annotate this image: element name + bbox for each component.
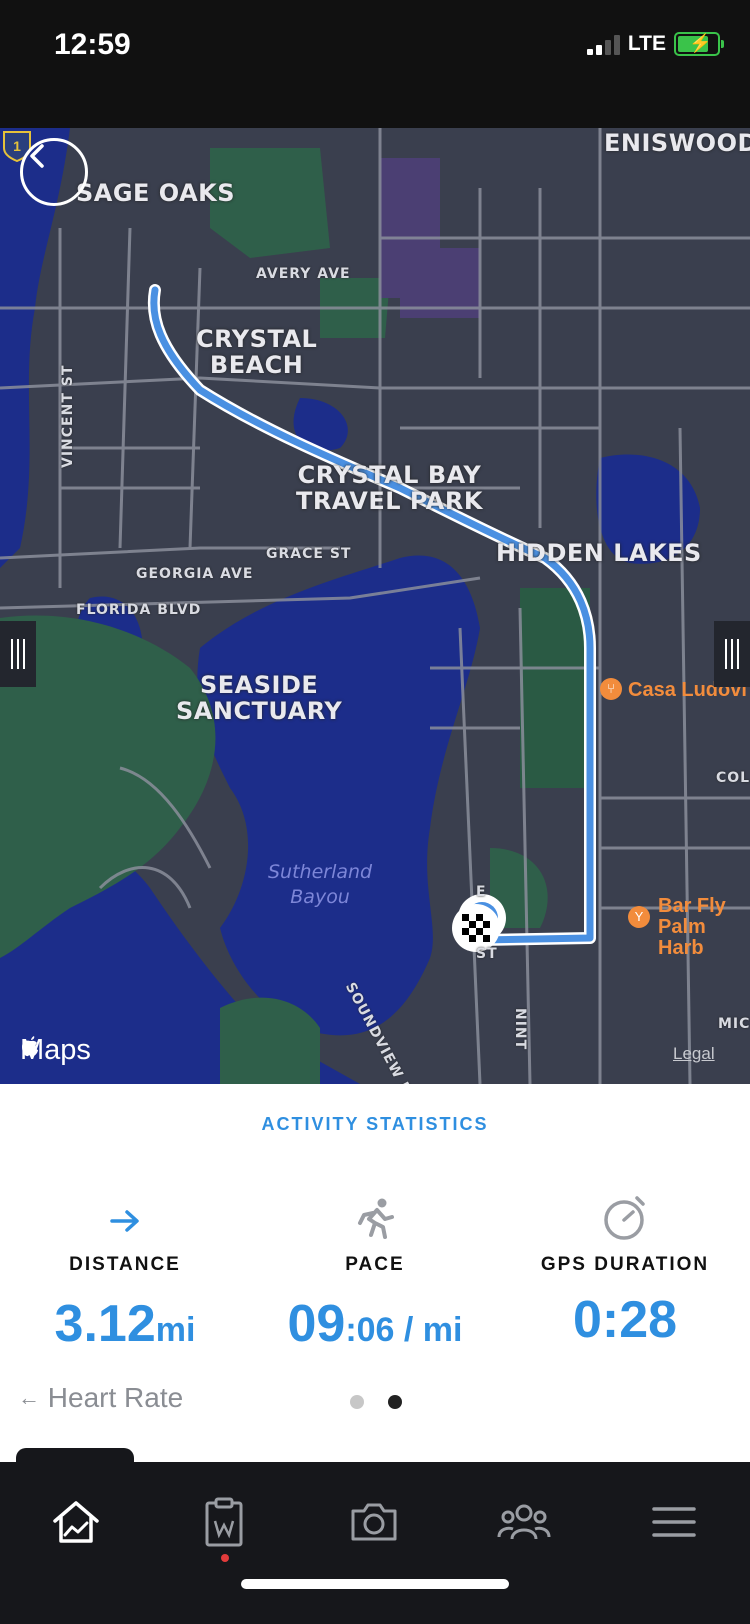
tab-menu[interactable] [634,1490,714,1554]
street-label: VINCENT ST [60,364,76,468]
tab-home[interactable] [36,1490,116,1554]
street-label: MIC [718,1016,750,1032]
street-label: GRACE ST [266,546,352,562]
park-lakes [520,588,590,788]
maps-attribution: Maps [20,1034,91,1067]
finish-flag-icon [462,914,490,942]
restaurant-icon[interactable]: ⑂ [600,678,622,700]
bar-icon[interactable]: Y [628,906,650,928]
status-bar: 12:59 LTE ⚡ [0,0,750,128]
street-label: E [476,884,487,900]
pace-stat: PACE 09:06 / mi [250,1196,500,1354]
distance-label: DISTANCE [69,1254,181,1275]
street-label: ST [476,946,498,962]
street-label: AVERY AVE [256,266,351,282]
page-dot-active[interactable] [388,1395,402,1409]
street-label: FLORIDA BLVD [76,602,202,618]
highway-shield-label: 1 [13,138,21,154]
distance-stat: DISTANCE 3.12mi [0,1196,250,1354]
tab-plan[interactable] [184,1490,264,1554]
tab-bar [0,1448,750,1624]
neighborhood-label: CRYSTAL BAY TRAVEL PARK [296,461,483,515]
notification-dot [221,1554,229,1562]
neighborhood-label: CRYSTAL BEACH [196,325,318,379]
heart-rate-link-label: Heart Rate [47,1382,184,1413]
camera-icon [351,1503,397,1541]
clipboard-icon [205,1497,243,1547]
home-icon [53,1501,99,1543]
legal-link[interactable]: Legal [673,1044,715,1064]
neighborhood-label: ENISWOOD [604,129,750,157]
signal-icon [586,33,620,55]
water-label: Sutherland Bayou [268,861,373,908]
status-time: 12:59 [54,28,131,61]
route-map[interactable]: ENISWOOD SAGE OAKS CRYSTAL BEACH CRYSTAL… [0,128,750,1084]
heart-rate-link[interactable]: ← Heart Rate [18,1382,183,1414]
activity-statistics-panel[interactable]: ACTIVITY STATISTICS DISTANCE 3.12mi PACE… [0,1084,750,1462]
page-dot[interactable] [350,1395,364,1409]
tab-indicator [16,1448,134,1464]
back-button[interactable] [20,138,88,206]
gps-duration-stat: GPS DURATION 0:28 [500,1196,750,1350]
left-panel-handle[interactable] [0,621,36,687]
page-indicator[interactable] [350,1395,402,1409]
neighborhood-label: SEASIDE SANCTUARY [176,671,343,725]
neighborhood-label: HIDDEN LAKES [496,539,702,567]
neighborhood-label: SAGE OAKS [76,179,236,207]
pace-label: PACE [345,1254,405,1275]
chevron-left-icon [30,144,44,168]
arrow-right-icon [110,1210,139,1232]
menu-icon [652,1507,696,1537]
stats-title: ACTIVITY STATISTICS [261,1114,489,1134]
network-label: LTE [627,32,666,55]
tab-community[interactable] [484,1490,564,1554]
community-icon [497,1504,551,1540]
water-bayou [197,555,480,1036]
right-panel-handle[interactable] [714,621,750,687]
pace-value: 09:06 / mi [287,1295,463,1353]
home-indicator [241,1579,509,1589]
status-indicators: LTE ⚡ [586,32,724,56]
tab-camera[interactable] [334,1490,414,1554]
gps-duration-value: 0:28 [572,1291,678,1349]
street-label: COL [716,770,750,786]
distance-value: 3.12mi [54,1295,196,1353]
poi-label[interactable]: Bar Fly Palm Harb [658,896,750,959]
gps-duration-label: GPS DURATION [540,1254,710,1275]
apple-logo-icon [22,1036,38,1057]
street-label: NINT [512,1008,528,1051]
battery-icon: ⚡ [674,32,724,56]
stopwatch-icon [604,1196,645,1240]
runner-icon [358,1198,394,1239]
arrow-left-icon: ← [18,1385,40,1410]
street-label: GEORGIA AVE [136,566,254,582]
